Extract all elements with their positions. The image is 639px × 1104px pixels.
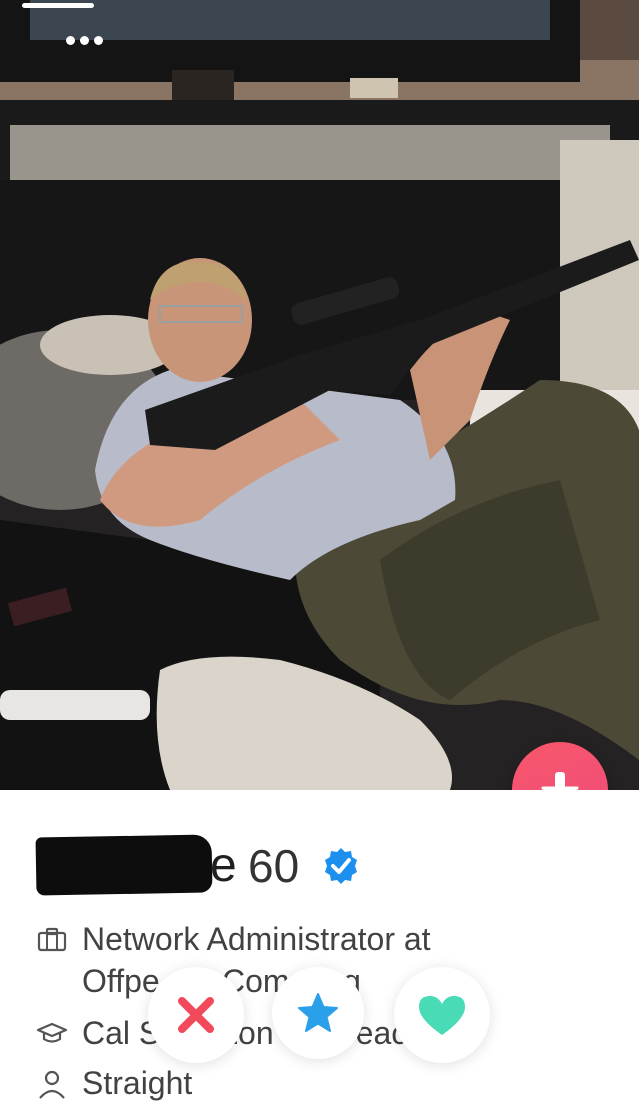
star-icon — [298, 993, 338, 1032]
more-options-button[interactable] — [56, 28, 112, 52]
profile-age: 60 — [248, 840, 300, 892]
like-button[interactable] — [394, 967, 490, 1063]
graduation-cap-icon — [36, 1022, 68, 1043]
orientation-text: Straight — [82, 1065, 193, 1101]
school-detail: Cal S Lon eac — [36, 1012, 456, 1054]
nope-button[interactable] — [148, 967, 244, 1063]
story-progress-bar — [22, 3, 94, 8]
briefcase-icon — [37, 927, 67, 952]
person-icon — [39, 1070, 65, 1099]
superlike-button[interactable] — [272, 967, 364, 1059]
verified-badge-icon — [325, 848, 358, 884]
x-icon — [178, 997, 214, 1033]
profile-name: ce — [35, 834, 237, 896]
orientation-detail: Straight — [36, 1062, 192, 1104]
profile-photo[interactable] — [0, 0, 639, 790]
name-redaction — [35, 834, 213, 896]
more-dots-icon — [65, 35, 75, 45]
heart-icon — [419, 996, 465, 1035]
name-age-row: ce 60 — [35, 834, 361, 896]
